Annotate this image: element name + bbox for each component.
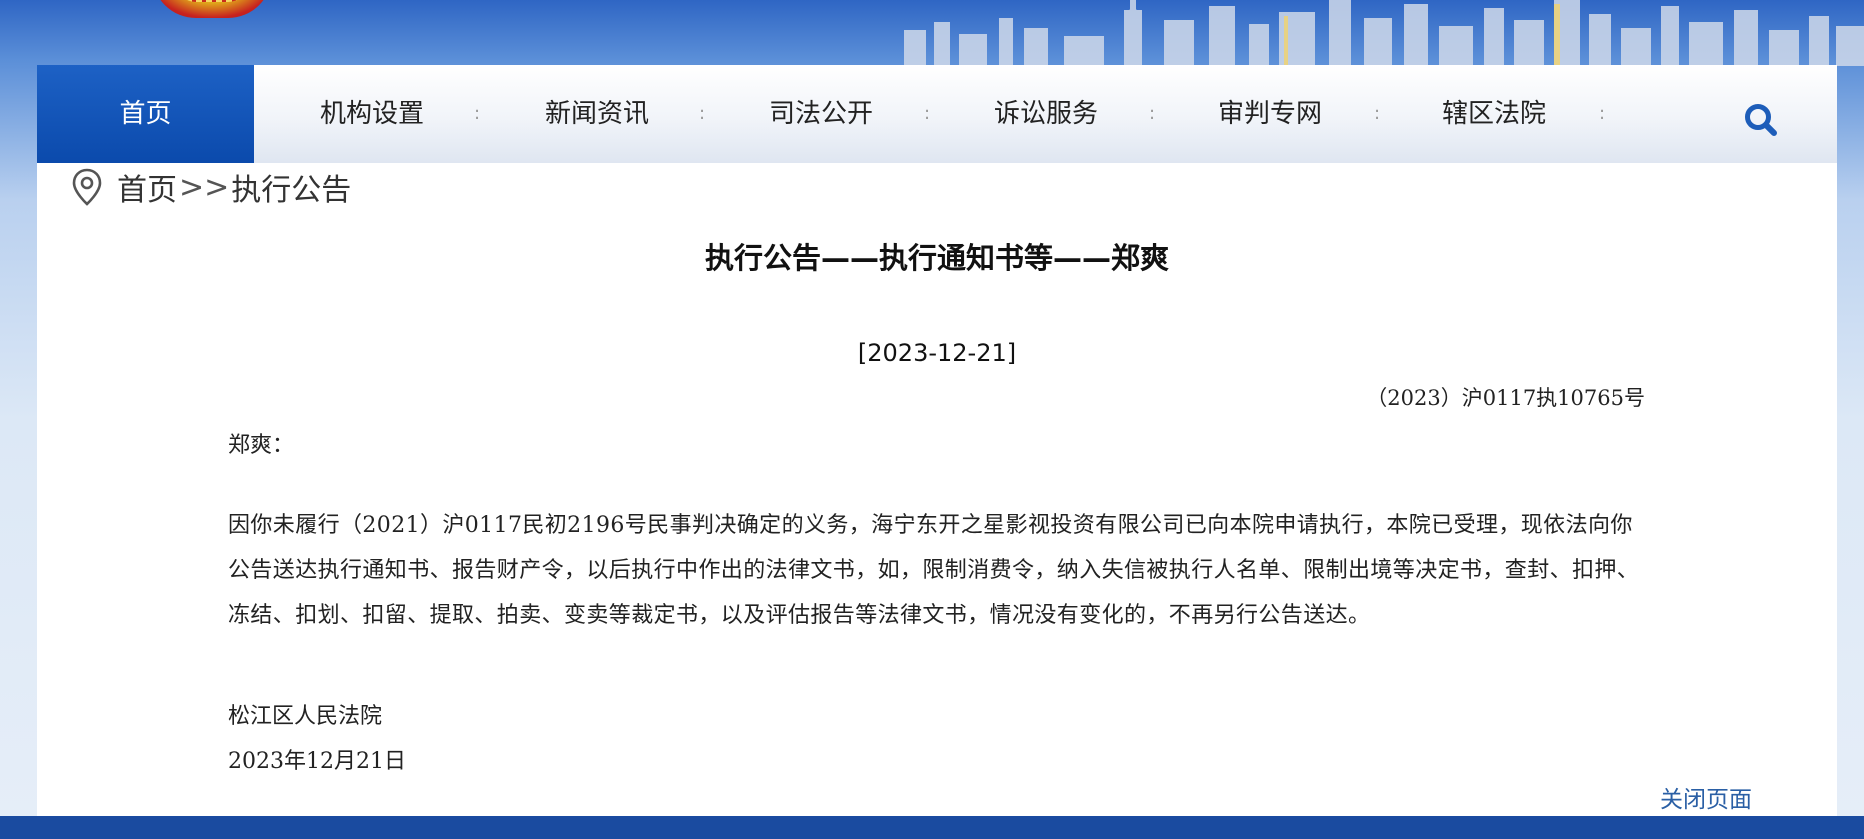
location-pin-icon	[71, 168, 103, 206]
nav-item-trial-network[interactable]: 审判专网	[1195, 65, 1345, 163]
nav-item-litigation-service[interactable]: 诉讼服务	[971, 65, 1121, 163]
search-button[interactable]	[1741, 100, 1781, 140]
nav-separator: :	[699, 103, 706, 124]
court-emblem-icon	[152, 0, 272, 18]
addressee: 郑爽：	[228, 433, 295, 458]
nav-item-organization[interactable]: 机构设置	[297, 65, 447, 163]
nav-separator: :	[1599, 103, 1606, 124]
city-skyline-image	[904, 0, 1864, 66]
nav-separator: :	[1149, 103, 1156, 124]
breadcrumb-current: 执行公告	[231, 173, 352, 208]
signature-organization: 松江区人民法院	[228, 704, 383, 729]
close-page-link[interactable]: 关闭页面	[1660, 780, 1752, 814]
breadcrumb-home-link[interactable]: 首页	[117, 165, 177, 209]
nav-separator: :	[474, 103, 481, 124]
article-body: 因你未履行（2021）沪0117民初2196号民事判决确定的义务，海宁东开之星影…	[228, 513, 1640, 628]
nav-separator: :	[924, 103, 931, 124]
search-icon	[1745, 104, 1777, 136]
article-date: [2023-12-21]	[857, 339, 1017, 367]
content-panel: 首页 >> 执行公告 执行公告——执行通知书等——郑爽 [2023-12-21]…	[37, 163, 1837, 816]
nav-item-news[interactable]: 新闻资讯	[522, 65, 672, 163]
nav-separator: :	[1374, 103, 1381, 124]
footer-bar	[0, 816, 1864, 839]
nav-item-district-courts[interactable]: 辖区法院	[1419, 65, 1569, 163]
breadcrumb: 首页 >> 执行公告	[71, 163, 351, 211]
header-banner	[0, 0, 1864, 66]
main-nav: 首页 机构设置 : 新闻资讯 : 司法公开 : 诉讼服务 : 审判专网 : 辖区…	[37, 65, 1837, 163]
nav-item-judicial-openness[interactable]: 司法公开	[746, 65, 896, 163]
case-number: （2023）沪0117执10765号	[1366, 386, 1645, 410]
article-title: 执行公告——执行通知书等——郑爽	[704, 241, 1169, 275]
signature-date: 2023年12月21日	[228, 749, 406, 774]
breadcrumb-separator: >>	[179, 169, 230, 205]
nav-item-home[interactable]: 首页	[37, 65, 254, 163]
